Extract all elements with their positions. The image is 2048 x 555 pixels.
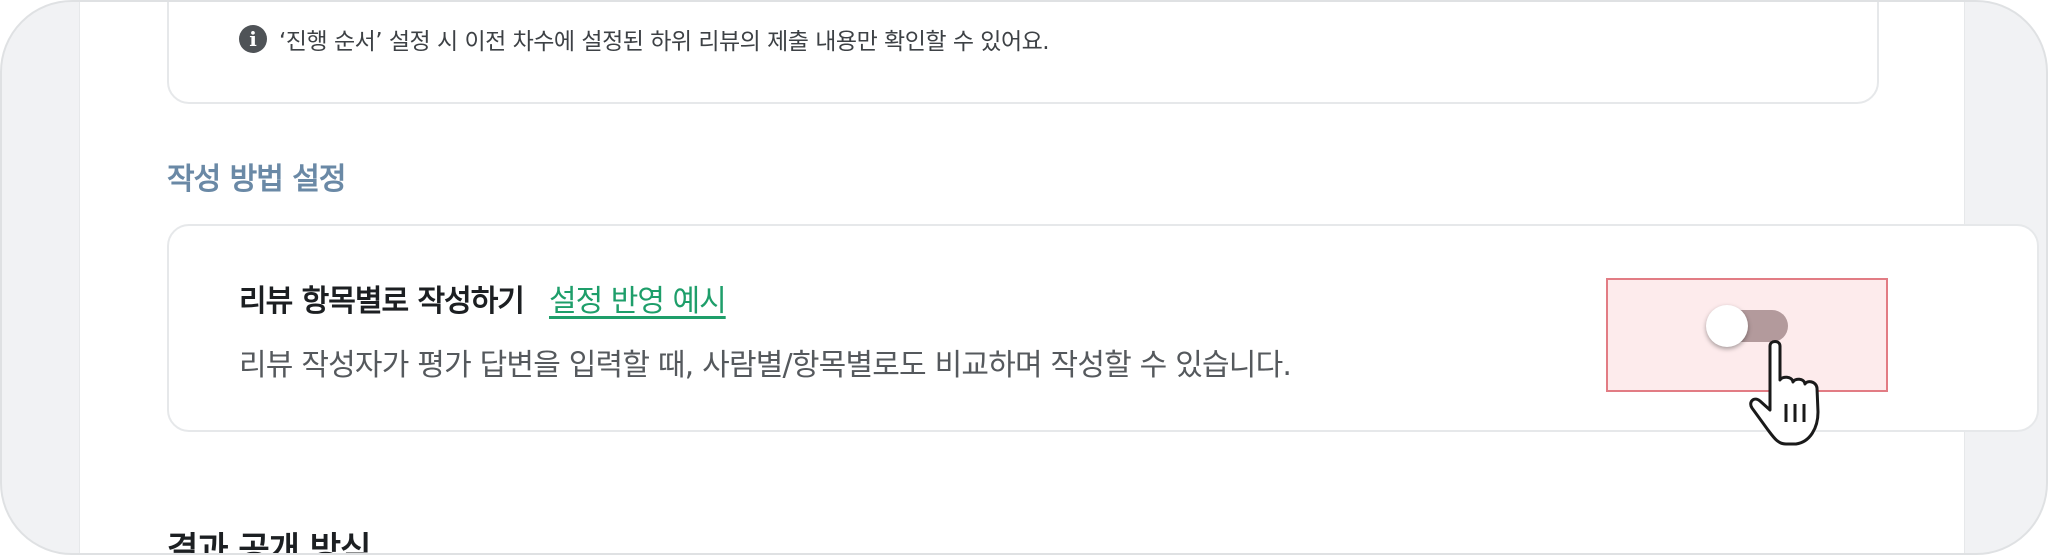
progress-order-card: i ‘진행 순서’ 설정 시 이전 차수에 설정된 하위 리뷰의 제출 내용만 … bbox=[167, 2, 1879, 104]
toggle-knob bbox=[1706, 305, 1748, 347]
example-link[interactable]: 설정 반영 예시 bbox=[549, 276, 727, 320]
section-title-result-disclosure: 결과 공개 방식 bbox=[167, 530, 371, 555]
option-description: 리뷰 작성자가 평가 답변을 입력할 때, 사람별/항목별로도 비교하며 작성할… bbox=[239, 348, 1292, 383]
option-title: 리뷰 항목별로 작성하기 bbox=[239, 284, 525, 319]
hand-pointer-cursor-icon bbox=[1749, 340, 1820, 446]
info-notice: i ‘진행 순서’ 설정 시 이전 차수에 설정된 하위 리뷰의 제출 내용만 … bbox=[239, 22, 1050, 56]
section-title-writing-method: 작성 방법 설정 bbox=[167, 162, 346, 197]
notice-text: ‘진행 순서’ 설정 시 이전 차수에 설정된 하위 리뷰의 제출 내용만 확인… bbox=[279, 29, 1050, 55]
info-icon: i bbox=[239, 25, 267, 53]
